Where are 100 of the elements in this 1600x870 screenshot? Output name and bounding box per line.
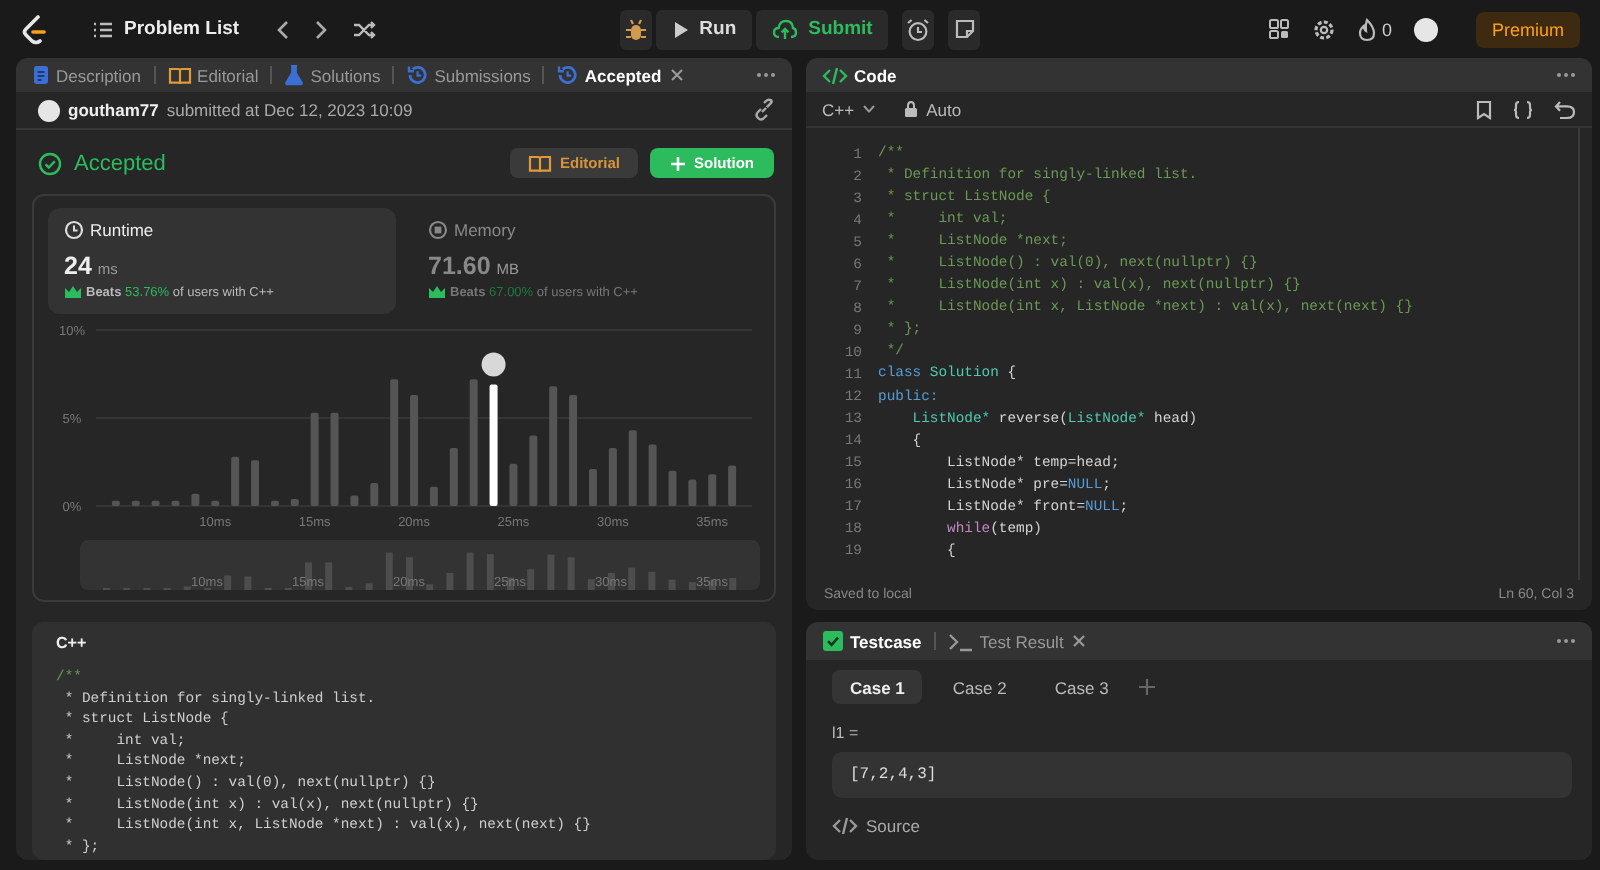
chart-bar [668,470,677,506]
chart-bar [171,500,180,506]
crown-icon [64,284,82,300]
chevron-down-icon [862,104,877,114]
close-icon[interactable] [669,68,684,82]
tab[interactable]: Submissions [406,64,531,86]
language-label: C++ [56,634,89,654]
chart-bar [211,500,220,506]
debug-button[interactable] [619,9,652,49]
status-label: Accepted [74,151,166,175]
tab[interactable]: Code [822,65,897,85]
case-tab[interactable]: Case 1 [832,670,923,704]
chart-bar [251,460,260,506]
source-link[interactable]: Source [832,816,920,836]
code-icon [832,816,858,836]
chart-bar [588,469,597,506]
undo-icon[interactable] [1554,99,1576,119]
problem-list-link[interactable]: Problem List [92,18,240,40]
tab[interactable]: Solutions [284,64,381,86]
flask-icon [284,64,305,86]
link-icon[interactable] [752,98,776,122]
settings-icon[interactable] [1311,17,1336,41]
alarm-clock-icon [906,17,931,41]
layout-icon[interactable] [1267,18,1290,40]
chart-bar [350,495,359,506]
chart-bar [390,379,399,506]
chart-bar [489,384,498,506]
more-icon[interactable] [756,72,776,78]
lock-icon [904,100,919,118]
username[interactable]: goutham77 [68,100,159,120]
chart-bar [290,498,299,506]
submit-button[interactable]: Submit [756,9,889,49]
code-icon [822,65,848,85]
note-icon [953,18,976,40]
stat-value: 71.60 [428,252,491,280]
chart-bar [449,447,458,506]
user-avatar [38,99,60,121]
chart-bar [151,500,160,506]
previous-icon[interactable] [275,19,290,39]
checkbox-icon [822,630,844,652]
tab[interactable]: Description [32,64,142,86]
submission-time: submitted at Dec 12, 2023 10:09 [166,100,413,120]
chart-bar [608,447,617,506]
close-icon[interactable] [1071,634,1086,648]
language-dropdown[interactable]: C++ [822,99,877,119]
chart-bar [569,395,578,506]
chart-bar [111,500,120,506]
input-field[interactable]: [7,2,4,3] [832,752,1572,798]
more-icon[interactable] [1556,72,1576,78]
stat-label: Memory [454,220,516,240]
stat-label: Runtime [90,220,154,240]
user-avatar [481,352,506,377]
cloud-upload-icon [772,18,799,40]
clock-icon [64,220,84,240]
flame-icon [1357,17,1376,41]
book-icon [167,65,192,85]
chart-bar [191,493,200,506]
run-button[interactable]: Run [655,9,753,49]
chart-bar [708,474,717,506]
check-circle-icon [38,151,62,175]
tab[interactable]: Accepted [556,64,662,86]
timer-button[interactable] [902,9,935,49]
chart-bar [131,500,140,506]
chart-bar [628,430,637,506]
chart-bar [529,435,538,506]
history-icon [556,64,579,86]
chart-bar [370,483,379,506]
premium-button[interactable]: Premium [1475,11,1580,47]
tab[interactable]: Testcase [822,630,922,652]
user-avatar[interactable] [1413,17,1438,41]
crown-icon [428,284,446,300]
tab[interactable]: Editorial [167,65,259,85]
bug-icon [623,17,648,41]
more-icon[interactable] [1556,638,1576,644]
history-icon [406,64,429,86]
braces-icon[interactable] [1512,99,1534,119]
case-tab[interactable]: Case 3 [1036,670,1127,704]
tab[interactable]: Test Result [947,631,1064,651]
case-tab[interactable]: Case 2 [934,670,1025,704]
bookmark-icon[interactable] [1476,99,1492,119]
chip-icon [428,220,448,240]
chart-bar [728,465,737,506]
chart-bar [310,412,319,506]
chart-bar [231,456,240,506]
book-icon [527,153,552,173]
chart-bar [648,444,657,506]
document-icon [32,64,50,86]
plus-icon [670,155,686,171]
plus-icon[interactable] [1138,678,1157,696]
list-icon [92,19,114,39]
next-icon[interactable] [313,19,328,39]
parameter-label: l1 = [832,724,861,742]
shuffle-icon[interactable] [351,19,376,39]
terminal-icon [947,631,974,651]
logo-icon[interactable] [20,13,48,45]
chart-bar [549,386,558,506]
chart-bar [469,379,478,506]
streak-counter[interactable]: 0 [1357,17,1392,41]
notes-button[interactable] [948,9,981,49]
auto-mode[interactable]: Auto [904,99,962,119]
